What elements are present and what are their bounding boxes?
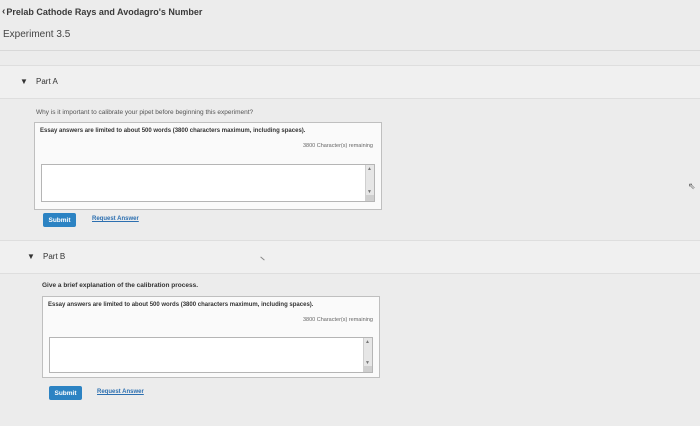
mouse-cursor-icon: ⇖: [688, 181, 696, 191]
part-a-essay-box: Essay answers are limited to about 500 w…: [34, 122, 382, 210]
triangle-down-icon[interactable]: ▼: [27, 252, 35, 261]
part-a-label: Part A: [36, 77, 58, 86]
resize-handle-icon[interactable]: [364, 366, 372, 372]
part-a-remaining: 3800 Character(s) remaining: [302, 143, 373, 149]
part-a-header[interactable]: ▼ Part A: [0, 65, 700, 99]
part-b-remaining: 3800 Character(s) remaining: [302, 317, 373, 323]
part-b-label: Part B: [43, 252, 66, 261]
part-a-request-answer-link[interactable]: Request Answer: [92, 216, 139, 222]
top-bar: ‹ Prelab Cathode Rays and Avodagro's Num…: [0, 0, 700, 24]
part-a-answer-textarea[interactable]: ▲ ▼: [41, 164, 375, 202]
part-b-question: Give a brief explanation of the calibrat…: [42, 282, 199, 289]
part-b-submit-button[interactable]: Submit: [49, 386, 82, 400]
back-link[interactable]: ‹ Prelab Cathode Rays and Avodagro's Num…: [2, 6, 202, 17]
part-b-header[interactable]: ▼ Part B: [0, 240, 700, 274]
part-a-submit-button[interactable]: Submit: [43, 213, 76, 227]
resize-handle-icon[interactable]: [366, 195, 374, 201]
part-b-request-answer-link[interactable]: Request Answer: [97, 389, 144, 395]
divider: [0, 50, 700, 51]
part-a-question: Why is it important to calibrate your pi…: [36, 109, 254, 116]
scroll-up-icon[interactable]: ▲: [367, 166, 372, 172]
assignment-title: Prelab Cathode Rays and Avodagro's Numbe…: [6, 6, 203, 17]
part-a-limit-text: Essay answers are limited to about 500 w…: [40, 128, 306, 134]
triangle-down-icon[interactable]: ▼: [20, 77, 28, 86]
experiment-title: Experiment 3.5: [3, 29, 71, 40]
part-b-limit-text: Essay answers are limited to about 500 w…: [48, 302, 314, 308]
part-b-answer-textarea[interactable]: ▲ ▼: [49, 337, 373, 373]
part-b-essay-box: Essay answers are limited to about 500 w…: [42, 296, 380, 378]
chevron-left-icon: ‹: [2, 6, 6, 17]
scroll-up-icon[interactable]: ▲: [365, 339, 370, 345]
